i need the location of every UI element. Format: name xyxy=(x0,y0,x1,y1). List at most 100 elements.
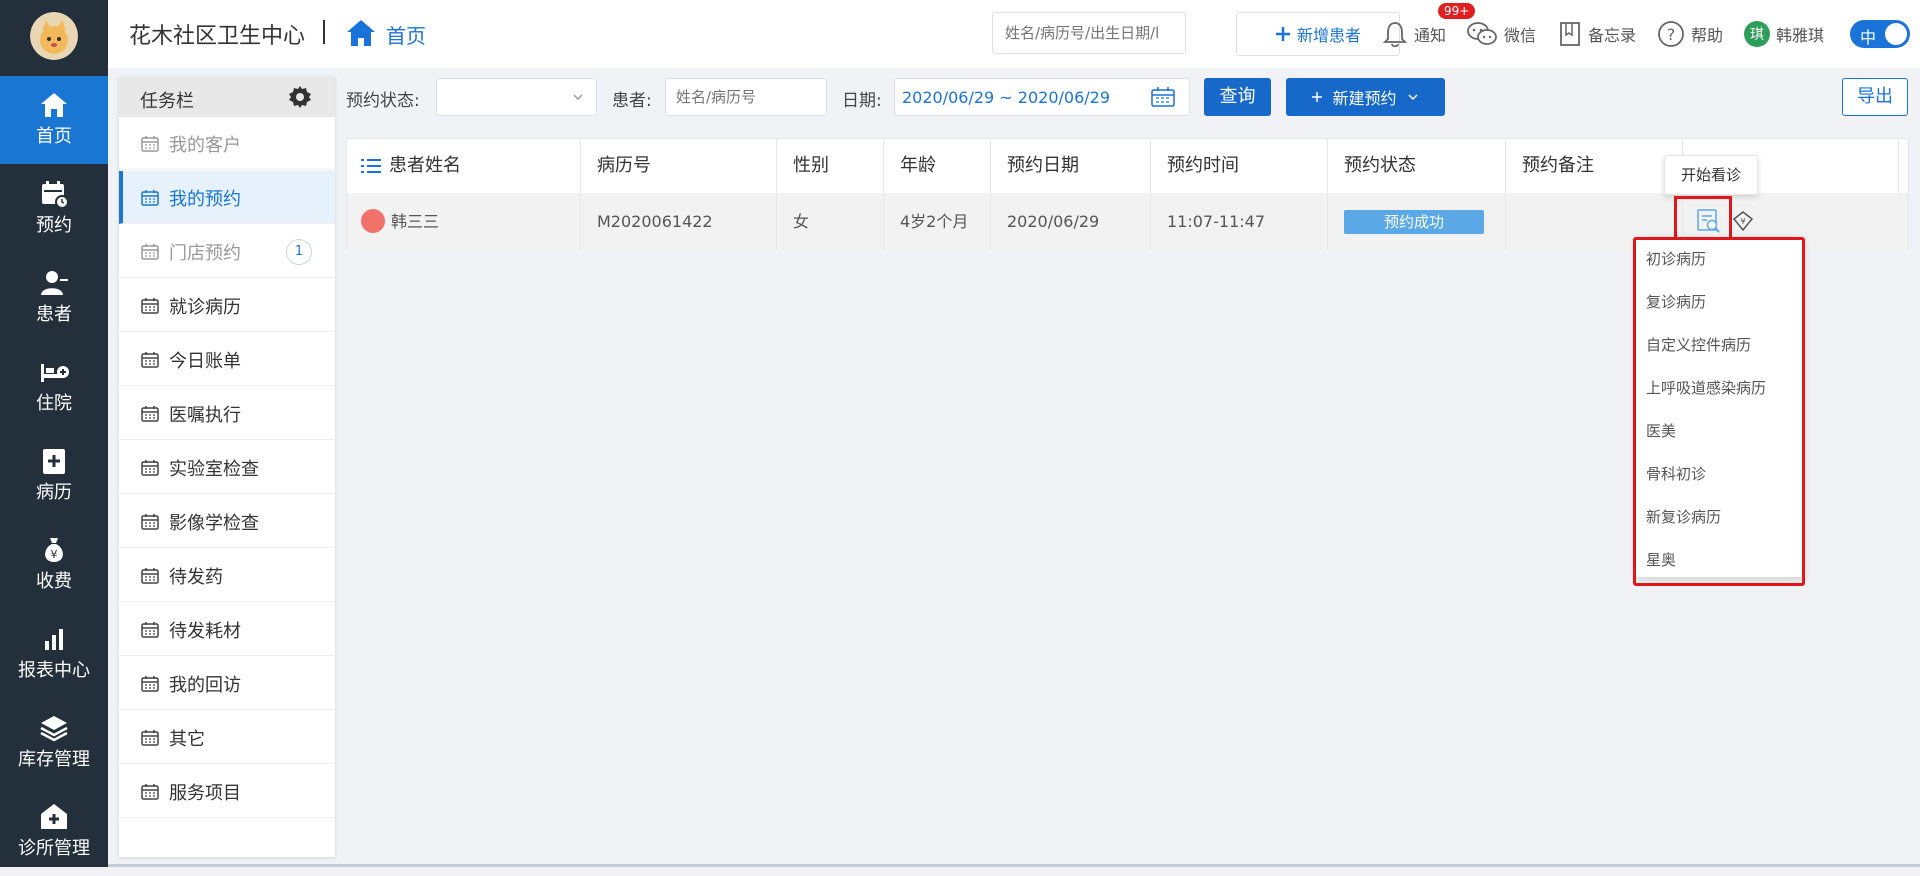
nav-item-records[interactable]: 病历 xyxy=(0,432,108,520)
top-header: 花木社区卫生中心 首页 新增患者 通知 99+ 微信 备忘录 ? 帮助 xyxy=(108,0,1920,68)
task-item-label: 其它 xyxy=(169,729,205,750)
highlight-box-start-visit xyxy=(1674,196,1732,240)
export-button[interactable]: 导出 xyxy=(1842,78,1908,116)
calendar-clock-icon xyxy=(38,178,70,210)
calendar-icon xyxy=(141,136,159,152)
chevron-down-icon xyxy=(1407,91,1419,103)
nav-label: 患者 xyxy=(36,304,72,325)
calendar-icon xyxy=(141,190,159,206)
org-name: 花木社区卫生中心 xyxy=(129,24,306,49)
list-icon[interactable] xyxy=(361,158,381,174)
user-menu[interactable]: 琪 韩雅琪 xyxy=(1744,0,1824,68)
task-item-label: 影像学检查 xyxy=(169,513,259,534)
task-item-my-clients[interactable]: 我的客户 xyxy=(119,117,335,170)
nav-item-billing[interactable]: ¥ 收费 xyxy=(0,521,108,609)
book-icon xyxy=(1558,21,1582,47)
table-cell-gender: 女 xyxy=(777,193,884,250)
notification-label: 通知 xyxy=(1414,26,1447,45)
calendar-icon xyxy=(141,622,159,638)
column-header-record-no: 病历号 xyxy=(581,139,777,193)
nav-item-reports[interactable]: 报表中心 xyxy=(0,610,108,698)
price-tag-icon[interactable]: ¥ xyxy=(1732,210,1754,232)
bed-icon xyxy=(38,356,70,388)
svg-text:?: ? xyxy=(1667,25,1676,44)
column-header-label: 患者姓名 xyxy=(389,155,461,176)
user-avatar-image[interactable] xyxy=(30,12,78,60)
table-row-cell-name[interactable]: 韩三三 xyxy=(347,193,581,250)
home-icon xyxy=(38,89,70,121)
nav-item-home[interactable]: 首页 xyxy=(0,76,108,164)
date-range-picker[interactable]: 2020/06/29 ~ 2020/06/29 xyxy=(894,78,1190,116)
calendar-icon xyxy=(141,676,159,692)
task-item-my-bookings[interactable]: 我的预约 xyxy=(119,171,335,224)
plus-icon xyxy=(1312,92,1323,102)
nav-item-inpatient[interactable]: 住院 xyxy=(0,343,108,431)
medical-record-icon xyxy=(38,445,70,477)
language-toggle[interactable]: 中 xyxy=(1850,20,1910,48)
task-item-label: 医嘱执行 xyxy=(169,405,241,426)
nav-item-inventory[interactable]: 库存管理 xyxy=(0,699,108,787)
breadcrumb-home-icon[interactable] xyxy=(346,19,376,47)
memo-button[interactable]: 备忘录 xyxy=(1558,0,1636,68)
task-item-pending-supplies[interactable]: 待发耗材 xyxy=(119,603,335,656)
task-item-label: 今日账单 xyxy=(169,351,241,372)
calendar-icon xyxy=(141,730,159,746)
patient-icon xyxy=(38,267,70,299)
status-filter-label: 预约状态: xyxy=(346,91,420,111)
left-nav: 首页 预约 患者 住院 病历 ¥ 收费 报表中心 库存管理 诊所管理 xyxy=(0,0,108,867)
task-item-lab-tests[interactable]: 实验室检查 xyxy=(119,441,335,494)
task-item-label: 待发耗材 xyxy=(169,621,241,642)
task-item-pending-drugs[interactable]: 待发药 xyxy=(119,549,335,602)
status-select[interactable] xyxy=(436,78,597,116)
help-button[interactable]: ? 帮助 xyxy=(1657,0,1723,68)
nav-label: 病历 xyxy=(36,482,72,503)
task-item-store-bookings[interactable]: 门店预约 1 xyxy=(119,225,335,278)
date-range-value: 2020/06/29 ~ 2020/06/29 xyxy=(902,88,1111,107)
task-item-orders[interactable]: 医嘱执行 xyxy=(119,387,335,440)
gear-icon[interactable] xyxy=(288,85,312,109)
patient-filter-label: 患者: xyxy=(612,91,652,111)
query-button[interactable]: 查询 xyxy=(1204,78,1271,116)
add-patient-button[interactable]: 新增患者 xyxy=(1236,12,1400,56)
calendar-icon xyxy=(141,352,159,368)
task-item-other[interactable]: 其它 xyxy=(119,711,335,764)
column-header-age: 年龄 xyxy=(884,139,991,193)
task-item-label: 我的预约 xyxy=(169,189,241,210)
notification-button[interactable]: 通知 xyxy=(1382,0,1446,68)
start-visit-tooltip: 开始看诊 xyxy=(1664,155,1758,195)
memo-label: 备忘录 xyxy=(1588,26,1637,45)
wechat-button[interactable]: 微信 xyxy=(1466,0,1536,68)
task-item-imaging[interactable]: 影像学检查 xyxy=(119,495,335,548)
nav-item-patients[interactable]: 患者 xyxy=(0,254,108,342)
task-item-label: 我的客户 xyxy=(169,135,241,156)
task-item-visit-records[interactable]: 就诊病历 xyxy=(119,279,335,332)
chevron-down-icon xyxy=(572,91,584,103)
task-panel-title: 任务栏 xyxy=(140,91,194,112)
column-header-note: 预约备注 xyxy=(1506,139,1683,193)
task-item-label: 我的回访 xyxy=(169,675,241,696)
new-booking-button[interactable]: 新建预约 xyxy=(1286,78,1445,116)
nav-label: 首页 xyxy=(36,126,72,147)
table-cell-time: 11:07-11:47 xyxy=(1151,193,1328,250)
help-label: 帮助 xyxy=(1691,26,1724,45)
svg-text:¥: ¥ xyxy=(1740,217,1745,226)
task-item-today-bills[interactable]: 今日账单 xyxy=(119,333,335,386)
date-filter-label: 日期: xyxy=(842,91,882,111)
breadcrumb[interactable]: 首页 xyxy=(386,20,426,49)
column-header-time: 预约时间 xyxy=(1151,139,1328,193)
patient-search-input[interactable] xyxy=(665,78,827,116)
header-divider xyxy=(323,20,325,44)
calendar-icon xyxy=(141,244,159,260)
task-item-label: 实验室检查 xyxy=(169,459,259,480)
task-item-follow-ups[interactable]: 我的回访 xyxy=(119,657,335,710)
global-search-input[interactable] xyxy=(992,12,1186,54)
nav-item-booking[interactable]: 预约 xyxy=(0,165,108,253)
task-item-label: 待发药 xyxy=(169,567,223,588)
nav-item-clinic[interactable]: 诊所管理 xyxy=(0,788,108,876)
task-item-label: 门店预约 xyxy=(169,243,241,264)
plus-icon xyxy=(1275,26,1291,42)
task-item-services[interactable]: 服务项目 xyxy=(119,765,335,818)
layers-icon xyxy=(38,712,70,744)
user-name: 韩雅琪 xyxy=(1776,26,1825,45)
table-cell-record-no: M2020061422 xyxy=(581,193,777,250)
